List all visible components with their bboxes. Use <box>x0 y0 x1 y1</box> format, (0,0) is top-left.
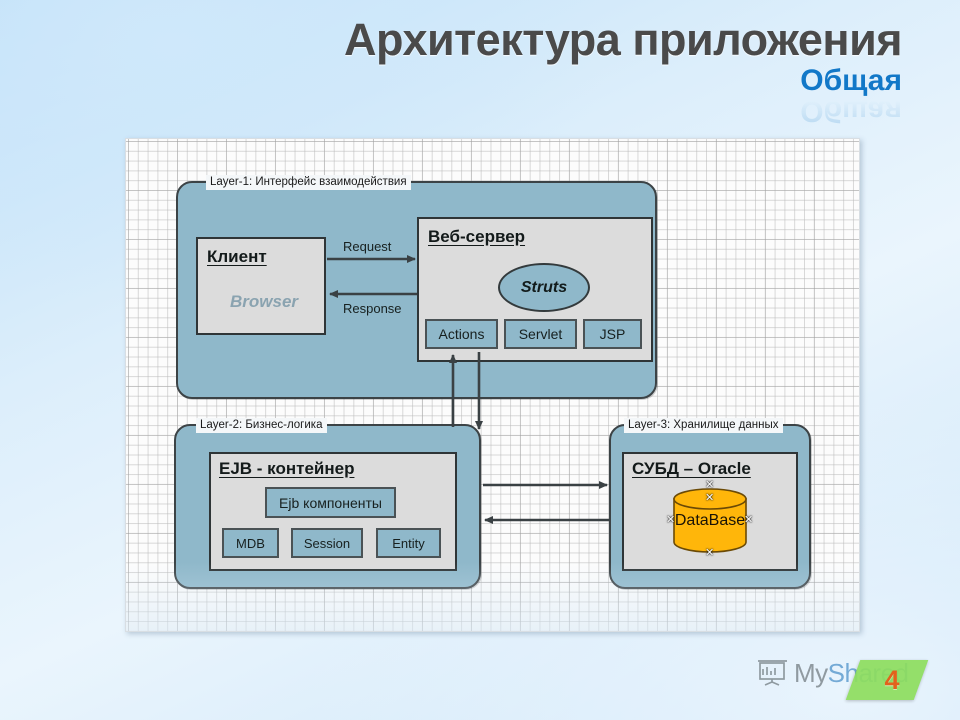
diagram-canvas: Layer-1: Интерфейс взаимодействия Клиент… <box>125 138 860 632</box>
slide-header: Архитектура приложения Общая Общая <box>0 14 960 128</box>
connector-arrows <box>327 255 609 524</box>
slide-subtitle-reflection: Общая <box>800 94 902 128</box>
layer-2-tag: Layer-2: Бизнес-логика <box>196 418 327 433</box>
slide-number: 4 <box>884 665 900 695</box>
layer-3-tag: Layer-3: Хранилище данных <box>624 418 783 433</box>
slide-subtitle: Общая <box>800 64 902 98</box>
page-title: Архитектура приложения <box>344 14 902 65</box>
subtitle-wrap: Общая Общая <box>0 64 902 128</box>
watermark-text-my: My <box>794 658 828 688</box>
layer-1-tag: Layer-1: Интерфейс взаимодействия <box>206 175 411 190</box>
presentation-board-icon <box>758 660 787 686</box>
